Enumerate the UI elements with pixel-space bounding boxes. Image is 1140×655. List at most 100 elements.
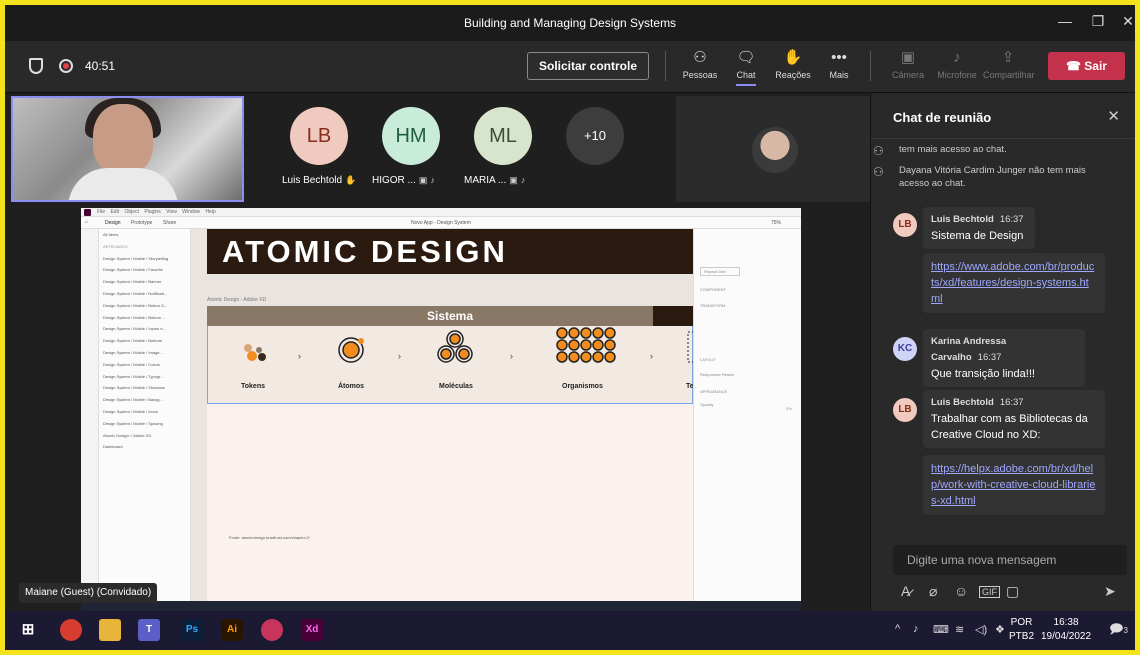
layer-item[interactable]: Design System / Mobile / Inputs e... xyxy=(99,323,190,335)
language-indicator[interactable]: POR PTB2 xyxy=(1009,616,1034,644)
xd-menu[interactable]: File Edit Object Plugins View Window Hel… xyxy=(97,209,216,215)
atomic-stages: › › › › Tokens Átomos Moléculas Organism… xyxy=(207,326,694,404)
chat-message-link: https://www.adobe.com/br/products/xd/fea… xyxy=(923,253,1105,313)
keyboard-layout: PTB2 xyxy=(1009,631,1035,642)
layer-item[interactable]: Design System / Mobile / Spacing xyxy=(99,418,190,430)
avatar[interactable]: KC xyxy=(893,337,917,361)
close-icon[interactable]: ✕ xyxy=(1107,107,1120,125)
layer-item[interactable]: Atomic Design + Adobe XD xyxy=(99,430,190,442)
layer-item[interactable]: Design System / Mobile / Typogr... xyxy=(99,371,190,383)
xd-toolbar xyxy=(81,229,99,611)
close-icon[interactable]: ✕ xyxy=(1118,13,1138,30)
notification-count: 3 xyxy=(1123,626,1128,635)
layer-item[interactable]: Dashboard xyxy=(99,441,190,453)
creative-cloud-icon[interactable] xyxy=(261,619,283,641)
format-icon[interactable]: A̷ xyxy=(901,583,910,599)
avatar[interactable]: LB xyxy=(893,398,917,422)
menu-window[interactable]: Window xyxy=(182,209,200,215)
chat-message-link: https://helpx.adobe.com/br/xd/help/work-… xyxy=(923,455,1105,515)
system-clock[interactable]: 16:38 19/04/2022 xyxy=(1041,616,1091,644)
illustrator-icon[interactable]: Ai xyxy=(221,619,243,641)
panel-section-label: APPEARANCE xyxy=(700,389,728,394)
message-input[interactable]: Digite uma nova mensagem xyxy=(893,545,1127,575)
participant-video-self[interactable] xyxy=(11,96,244,202)
layer-item[interactable]: Design System / Mobile / Bottom ... xyxy=(99,312,190,324)
menu-edit[interactable]: Edit xyxy=(110,209,119,215)
mic-icon[interactable]: ♪ xyxy=(913,623,919,635)
maximize-icon[interactable]: ❐ xyxy=(1088,13,1108,30)
send-icon[interactable]: ➤ xyxy=(1104,583,1116,600)
avatar[interactable]: LB xyxy=(893,213,917,237)
chevron-up-icon[interactable]: ^ xyxy=(895,623,900,635)
chat-title: Chat de reunião xyxy=(893,110,992,125)
request-control-button[interactable]: Solicitar controle xyxy=(527,52,649,80)
layers-panel: All Items ARTBOARDS Design System / Mobi… xyxy=(99,229,191,611)
emoji-icon[interactable]: ☺ xyxy=(954,583,968,599)
participant-video-tile[interactable] xyxy=(676,96,872,202)
people-button[interactable]: ⚇ Pessoas xyxy=(675,48,725,80)
microphone-button[interactable]: ♪ Microfone xyxy=(932,48,982,80)
layer-item[interactable]: Design System / Mobile / Icons xyxy=(99,406,190,418)
artboard-label[interactable]: Atomic Design - Adobe XD xyxy=(207,297,266,303)
layer-item[interactable]: Design System / Mobile / Backg... xyxy=(99,394,190,406)
layer-item[interactable]: Design System / Mobile / Buttons xyxy=(99,335,190,347)
message-link[interactable]: https://helpx.adobe.com/br/xd/help/work-… xyxy=(931,461,1097,509)
camera-button[interactable]: ▣ Câmera xyxy=(883,48,933,80)
chat-button[interactable]: 🗨 Chat xyxy=(721,48,771,86)
leave-button[interactable]: ☎ Sair xyxy=(1048,52,1125,80)
layer-item[interactable]: Design System / Mobile / Notificati... xyxy=(99,288,190,300)
organism-grid xyxy=(556,327,616,363)
reactions-button[interactable]: ✋ Reações xyxy=(768,48,818,80)
zoom-level[interactable]: 75% xyxy=(771,220,781,226)
layer-item[interactable]: Design System / Mobile / Storytelling xyxy=(99,253,190,265)
atomic-illustration xyxy=(244,327,694,363)
repeat-grid-button[interactable]: Repeat Grid xyxy=(700,267,740,276)
layer-item[interactable]: Design System / Mobile / Shadows xyxy=(99,382,190,394)
menu-file[interactable]: File xyxy=(97,209,105,215)
layer-item[interactable]: Design System / Mobile / Banner xyxy=(99,276,190,288)
gif-icon[interactable]: GIF xyxy=(979,586,1000,598)
avatar[interactable]: HM xyxy=(382,107,440,165)
minimize-icon[interactable]: — xyxy=(1055,13,1075,29)
layer-item[interactable]: Design System / Mobile / Favorite xyxy=(99,264,190,276)
tab-design[interactable]: Design xyxy=(105,220,121,226)
tab-share[interactable]: Share xyxy=(163,220,176,226)
opacity-value[interactable]: 0% xyxy=(786,406,792,411)
wifi-icon[interactable]: ≋ xyxy=(955,623,964,636)
notifications-icon[interactable]: 🗩3 xyxy=(1109,620,1128,642)
dropbox-icon[interactable]: ❖ xyxy=(995,623,1005,636)
more-button[interactable]: ••• Mais xyxy=(814,48,864,80)
people-label: Pessoas xyxy=(682,70,718,80)
stage-label: Organismos xyxy=(562,383,603,390)
attach-icon[interactable]: ⌀ xyxy=(929,583,937,600)
more-icon: ••• xyxy=(831,49,847,66)
layer-item[interactable]: Design System / Mobile / Image... xyxy=(99,347,190,359)
message-link[interactable]: https://www.adobe.com/br/products/xd/fea… xyxy=(931,259,1097,307)
teams-icon[interactable]: T xyxy=(138,619,160,641)
menu-view[interactable]: View xyxy=(166,209,177,215)
sticker-icon[interactable]: ▢ xyxy=(1006,583,1019,600)
tab-prototype[interactable]: Prototype xyxy=(131,220,152,226)
ime-icon[interactable]: ⌨ xyxy=(933,623,949,636)
avatar[interactable]: LB xyxy=(290,107,348,165)
file-explorer-icon[interactable] xyxy=(99,619,121,641)
menu-object[interactable]: Object xyxy=(124,209,138,215)
windows-start-icon[interactable]: ⊞ xyxy=(17,619,39,641)
more-participants-button[interactable]: +10 xyxy=(566,107,624,165)
layer-item[interactable]: Design System / Mobile / Colors xyxy=(99,359,190,371)
menu-plugins[interactable]: Plugins xyxy=(144,209,160,215)
avatar[interactable]: ML xyxy=(474,107,532,165)
mic-off-icon: ♪ xyxy=(430,175,435,185)
chrome-icon[interactable] xyxy=(60,619,82,641)
volume-icon[interactable]: ◁) xyxy=(975,623,987,636)
layers-search[interactable]: All Items xyxy=(99,229,190,241)
reactions-icon: ✋ xyxy=(783,49,803,66)
artboard[interactable]: Fonte: atomicdesign.bradfrost.com/chapte… xyxy=(207,404,693,611)
layer-item[interactable]: Design System / Mobile / Button G... xyxy=(99,300,190,312)
photoshop-icon[interactable]: Ps xyxy=(181,619,203,641)
system-message: ⚇ Dayana Vitória Cardim Junger não tem ma… xyxy=(873,164,1099,190)
share-button[interactable]: ⇪ Compartilhar xyxy=(983,48,1035,80)
menu-help[interactable]: Help xyxy=(205,209,215,215)
home-icon[interactable]: ⌂ xyxy=(85,219,88,225)
xd-icon[interactable]: Xd xyxy=(301,619,323,641)
